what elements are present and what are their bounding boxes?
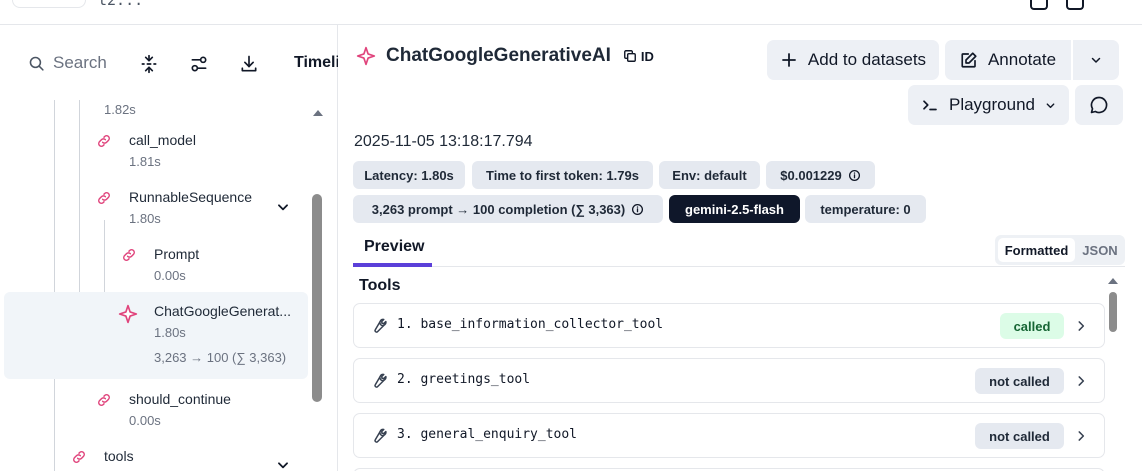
run-title: ChatGoogleGenerativeAI: [386, 45, 611, 66]
chevron-down-icon: [1091, 57, 1101, 63]
ttft-chip: Time to first token: 1.79s: [472, 161, 653, 189]
collapse-all-button[interactable]: [138, 53, 160, 75]
add-to-datasets-label: Add to datasets: [807, 50, 927, 69]
tree-toolbar: Search Timeline: [0, 25, 338, 100]
run-detail-panel: ChatGoogleGenerativeAI ID Add to dataset…: [338, 25, 1142, 471]
status-badge: not called: [975, 423, 1064, 449]
formatted-toggle[interactable]: Formatted: [998, 238, 1075, 262]
comment-icon: [1090, 96, 1108, 114]
tree-line: [54, 100, 55, 471]
temperature-chip: temperature: 0: [805, 195, 926, 223]
copy-id-button[interactable]: ID: [623, 49, 654, 64]
playground-button[interactable]: Playground: [908, 85, 1069, 125]
trace-tree: 1.82s call_model 1.81s RunnableSequence …: [0, 100, 338, 471]
latency-chip: Latency: 1.80s: [353, 161, 465, 189]
chevron-down-icon: [1046, 102, 1055, 108]
tab-preview[interactable]: Preview: [353, 233, 432, 267]
trace-id: t2...: [98, 0, 144, 9]
filter-button[interactable]: [188, 53, 210, 75]
link-icon: [123, 249, 135, 261]
tree-node-tools[interactable]: tools: [71, 448, 134, 464]
copy-icon: [623, 50, 636, 62]
scroll-thumb[interactable]: [312, 194, 322, 402]
close-panel-icon[interactable]: [1066, 0, 1084, 10]
timeline-tab[interactable]: Timeline: [294, 54, 338, 72]
token-usage-chip[interactable]: 3,263 prompt → 100 completion (∑ 3,363): [353, 195, 663, 223]
chevron-down-icon[interactable]: [276, 200, 290, 214]
expand-icon[interactable]: [1030, 0, 1048, 10]
tree-node-duration: 1.82s: [104, 102, 136, 117]
cost-chip[interactable]: $0.001229: [766, 161, 875, 189]
tool-name: 2. greetings_tool: [397, 372, 531, 387]
header-control[interactable]: [12, 0, 86, 8]
scroll-up-arrow[interactable]: [1108, 278, 1118, 284]
annotate-menu-button[interactable]: [1073, 40, 1119, 80]
cost-value: $0.001229: [780, 167, 842, 183]
tools-section-title: Tools: [359, 277, 401, 294]
search-icon: [29, 56, 44, 71]
wrench-icon: [374, 373, 387, 388]
filter-sliders-icon: [191, 56, 207, 72]
tool-name: 3. general_enquiry_tool: [397, 427, 578, 442]
edit-icon: [961, 52, 977, 68]
info-icon: [848, 169, 860, 181]
sparkle-icon: [118, 304, 138, 324]
run-timestamp: 2025-11-05 13:18:17.794: [354, 133, 533, 150]
tree-node-should-continue[interactable]: should_continue 0.00s: [96, 391, 231, 428]
trace-tree-panel: Search Timeline 1.82s call_model 1.81s: [0, 25, 338, 471]
model-chip: gemini-2.5-flash: [669, 195, 800, 223]
scroll-thumb[interactable]: [1109, 292, 1117, 332]
token-usage-value: 3,263 prompt → 100 completion (∑ 3,363): [371, 201, 626, 217]
chevron-right-icon[interactable]: [1074, 374, 1088, 388]
terminal-icon: [923, 100, 937, 111]
tool-row[interactable]: 3. general_enquiry_tool not called: [353, 413, 1105, 458]
tool-name: 1. base_information_collector_tool: [397, 317, 664, 332]
env-chip: Env: default: [659, 161, 760, 189]
playground-label: Playground: [948, 95, 1035, 114]
tool-row[interactable]: 2. greetings_tool not called: [353, 358, 1105, 403]
comments-button[interactable]: [1075, 85, 1123, 125]
top-header-strip: t2...: [0, 0, 1142, 25]
status-badge: not called: [975, 368, 1064, 394]
chevron-right-icon[interactable]: [1074, 429, 1088, 443]
chevron-down-icon[interactable]: [276, 458, 290, 471]
tree-node-prompt[interactable]: Prompt 0.00s: [121, 246, 199, 283]
chevron-right-icon[interactable]: [1074, 319, 1088, 333]
add-to-datasets-button[interactable]: Add to datasets: [767, 40, 939, 80]
scroll-up-arrow[interactable]: [313, 110, 323, 116]
plus-icon: [782, 53, 796, 67]
run-title-row: ChatGoogleGenerativeAI ID: [356, 45, 654, 67]
download-icon: [241, 55, 257, 72]
preview-tabs: Preview Formatted JSON: [353, 233, 1125, 267]
json-toggle[interactable]: JSON: [1079, 238, 1121, 262]
wrench-icon: [374, 428, 387, 443]
tree-node-runnable-sequence[interactable]: RunnableSequence 1.80s: [96, 189, 252, 226]
status-badge: called: [1000, 313, 1064, 339]
link-icon: [98, 394, 110, 406]
collapse-icon: [141, 54, 157, 74]
tree-node-call-model[interactable]: call_model 1.81s: [96, 132, 196, 169]
annotate-label: Annotate: [987, 50, 1057, 69]
tool-row[interactable]: 1. base_information_collector_tool calle…: [353, 303, 1105, 348]
tree-line: [79, 100, 80, 322]
tree-node-chat-google[interactable]: ChatGoogleGenerat... 1.80s 3,263 → 100 (…: [118, 303, 291, 365]
id-label: ID: [640, 48, 654, 64]
link-icon: [98, 192, 110, 204]
link-icon: [73, 451, 85, 463]
info-icon: [632, 203, 644, 215]
sparkle-icon: [356, 46, 376, 66]
download-button[interactable]: [238, 53, 260, 75]
annotate-button[interactable]: Annotate: [945, 40, 1071, 80]
search-placeholder: Search: [53, 53, 107, 72]
search-box[interactable]: Search: [28, 53, 107, 73]
wrench-icon: [374, 318, 387, 333]
format-toggle: Formatted JSON: [995, 235, 1125, 265]
tree-scrollbar[interactable]: [310, 105, 324, 471]
link-icon: [98, 135, 110, 147]
